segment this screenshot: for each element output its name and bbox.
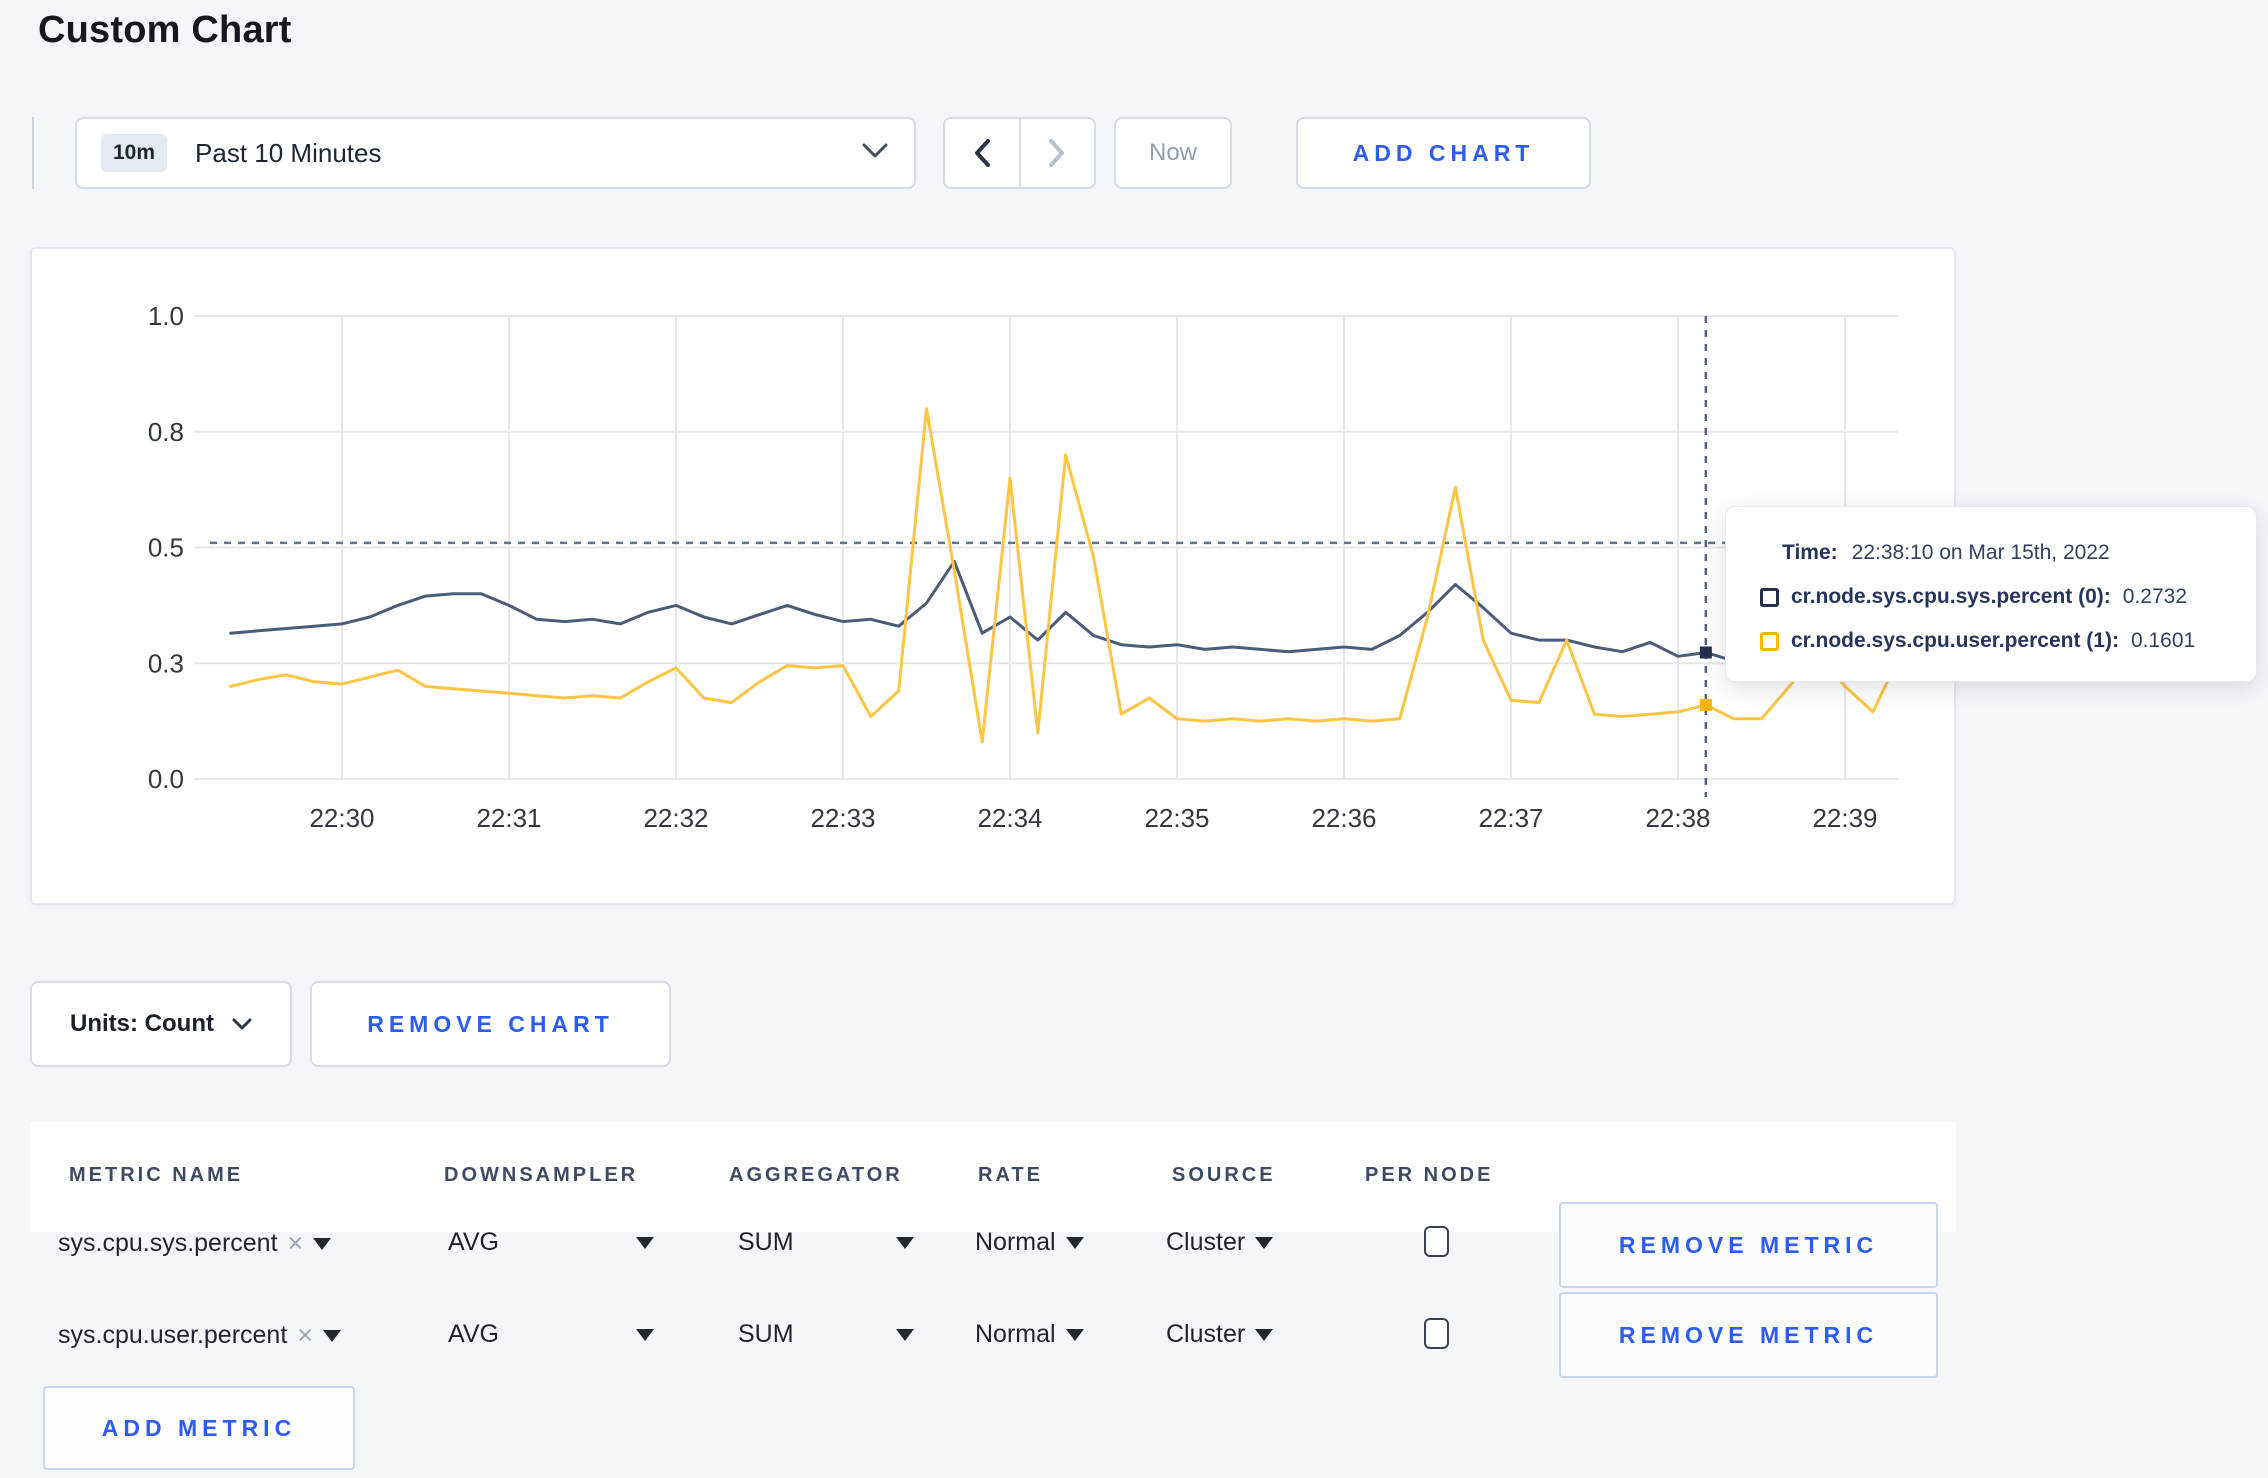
- downsampler-value: AVG: [448, 1320, 499, 1348]
- rate-select[interactable]: Normal: [975, 1320, 1084, 1349]
- svg-text:22:36: 22:36: [1311, 803, 1376, 833]
- dropdown-caret-icon: [1065, 1328, 1084, 1341]
- time-range-select[interactable]: 10m Past 10 Minutes: [75, 117, 916, 189]
- aggregator-select[interactable]: SUM: [738, 1320, 914, 1349]
- svg-text:22:35: 22:35: [1144, 803, 1209, 833]
- col-header-source: SOURCE: [1172, 1164, 1276, 1186]
- downsampler-select[interactable]: AVG: [448, 1320, 654, 1349]
- col-header-rate: RATE: [978, 1164, 1043, 1186]
- remove-chart-button[interactable]: REMOVE CHART: [310, 981, 671, 1067]
- col-header-downsampler: DOWNSAMPLER: [444, 1164, 639, 1186]
- col-header-aggregator: AGGREGATOR: [729, 1164, 903, 1186]
- svg-text:22:32: 22:32: [643, 803, 708, 833]
- per-node-checkbox[interactable]: [1424, 1226, 1449, 1257]
- dropdown-caret-icon[interactable]: [323, 1329, 342, 1342]
- svg-text:22:39: 22:39: [1812, 803, 1877, 833]
- dropdown-caret-icon: [896, 1328, 914, 1341]
- clear-metric-icon[interactable]: ×: [288, 1228, 304, 1259]
- time-pager: [943, 117, 1096, 189]
- dropdown-caret-icon: [1255, 1328, 1274, 1341]
- svg-text:0.0: 0.0: [148, 764, 184, 794]
- now-button[interactable]: Now: [1114, 117, 1232, 189]
- aggregator-value: SUM: [738, 1228, 794, 1256]
- page-title: Custom Chart: [38, 9, 292, 51]
- dropdown-caret-icon: [1065, 1236, 1084, 1249]
- source-select[interactable]: Cluster: [1166, 1320, 1274, 1349]
- dropdown-caret-icon: [1255, 1236, 1274, 1249]
- aggregator-value: SUM: [738, 1320, 794, 1348]
- downsampler-value: AVG: [448, 1228, 499, 1256]
- user-series-swatch-icon: [1760, 631, 1779, 651]
- metric-name-value: sys.cpu.user.percent: [58, 1321, 288, 1349]
- chart-tooltip: Time: 22:38:10 on Mar 15th, 2022 cr.node…: [1725, 506, 2257, 682]
- remove-metric-button[interactable]: REMOVE METRIC: [1559, 1292, 1938, 1378]
- chevron-down-icon: [862, 143, 888, 164]
- dropdown-caret-icon: [636, 1328, 654, 1341]
- downsampler-select[interactable]: AVG: [448, 1228, 654, 1257]
- remove-metric-button[interactable]: REMOVE METRIC: [1559, 1202, 1938, 1288]
- units-select[interactable]: Units: Count: [30, 981, 292, 1067]
- svg-text:22:30: 22:30: [309, 803, 374, 833]
- tooltip-sys-series-label: cr.node.sys.cpu.sys.percent (0):: [1791, 585, 2111, 608]
- svg-text:22:37: 22:37: [1478, 803, 1543, 833]
- tooltip-user-series-label: cr.node.sys.cpu.user.percent (1):: [1791, 629, 2119, 652]
- dropdown-caret-icon[interactable]: [313, 1237, 332, 1250]
- per-node-checkbox[interactable]: [1424, 1318, 1449, 1349]
- metrics-line-chart[interactable]: 0.0 0.3 0.5 0.8 1.0 22:30 22:31 22:32 22:33 22:34…: [32, 249, 1954, 903]
- tooltip-time-value: 22:38:10 on Mar 15th, 2022: [1851, 541, 2110, 564]
- svg-text:0.8: 0.8: [148, 417, 184, 447]
- aggregator-select[interactable]: SUM: [738, 1228, 914, 1257]
- source-value: Cluster: [1166, 1228, 1246, 1256]
- svg-text:22:33: 22:33: [810, 803, 875, 833]
- svg-text:0.5: 0.5: [148, 533, 184, 563]
- source-select[interactable]: Cluster: [1166, 1228, 1274, 1257]
- svg-text:1.0: 1.0: [148, 301, 184, 331]
- svg-text:22:38: 22:38: [1645, 803, 1710, 833]
- tooltip-user-series-value: 0.1601: [2130, 629, 2196, 652]
- dropdown-caret-icon: [636, 1236, 654, 1249]
- chevron-down-icon: [232, 1018, 252, 1029]
- prev-time-button[interactable]: [945, 119, 1019, 187]
- add-chart-button[interactable]: ADD CHART: [1296, 117, 1591, 189]
- metric-name-value: sys.cpu.sys.percent: [58, 1229, 278, 1257]
- dropdown-caret-icon: [896, 1236, 914, 1249]
- next-time-button[interactable]: [1018, 119, 1095, 187]
- metric-name-combobox[interactable]: sys.cpu.sys.percent ×: [58, 1228, 332, 1259]
- chart-card: 0.0 0.3 0.5 0.8 1.0 22:30 22:31 22:32 22:33 22:34…: [30, 247, 1956, 905]
- tooltip-sys-series-value: 0.2732: [2122, 585, 2188, 608]
- toolbar-divider: [32, 117, 34, 189]
- time-range-badge: 10m: [101, 134, 168, 172]
- metric-name-combobox[interactable]: sys.cpu.user.percent ×: [58, 1320, 342, 1351]
- units-label: Units: Count: [70, 1010, 214, 1037]
- svg-text:0.3: 0.3: [148, 648, 184, 678]
- col-header-metric-name: METRIC NAME: [69, 1164, 244, 1186]
- rate-select[interactable]: Normal: [975, 1228, 1084, 1257]
- tooltip-time-label: Time:: [1782, 541, 1838, 564]
- svg-text:22:31: 22:31: [476, 803, 541, 833]
- clear-metric-icon[interactable]: ×: [297, 1320, 313, 1351]
- source-value: Cluster: [1166, 1320, 1246, 1348]
- col-header-per-node: PER NODE: [1365, 1164, 1494, 1186]
- rate-value: Normal: [975, 1228, 1056, 1256]
- time-range-label: Past 10 Minutes: [195, 137, 382, 168]
- rate-value: Normal: [975, 1320, 1056, 1348]
- add-metric-button[interactable]: ADD METRIC: [43, 1386, 355, 1470]
- sys-series-swatch-icon: [1760, 587, 1779, 607]
- svg-text:22:34: 22:34: [977, 803, 1042, 833]
